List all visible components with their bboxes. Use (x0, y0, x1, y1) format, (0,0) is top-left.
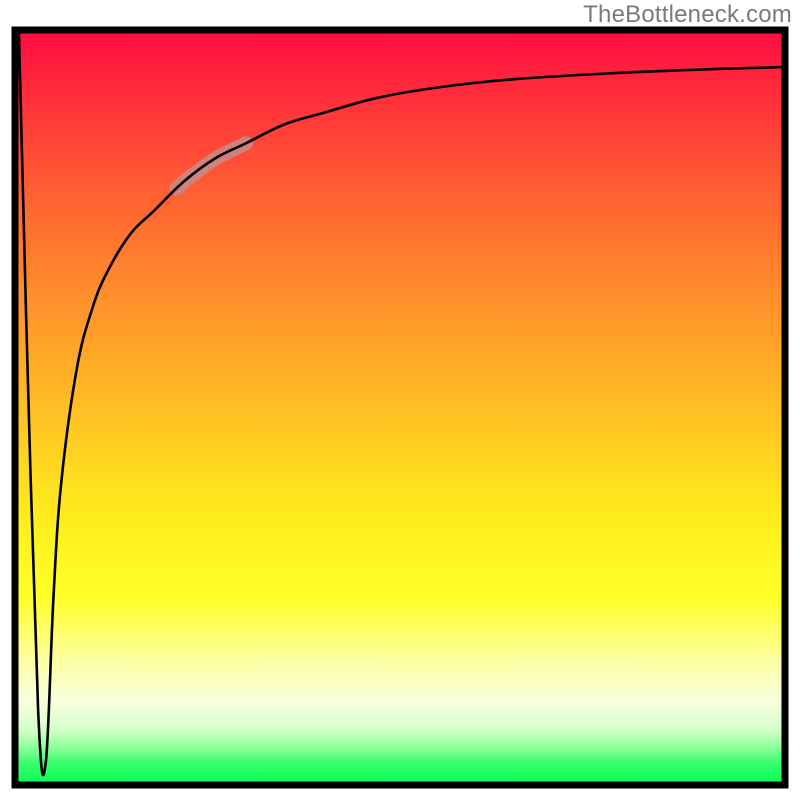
bottleneck-curve (19, 30, 785, 775)
chart-container: TheBottleneck.com (0, 0, 800, 800)
plot-svg (15, 30, 785, 785)
highlight-segment (177, 143, 246, 188)
attribution-label: TheBottleneck.com (583, 1, 792, 29)
chart-frame (15, 30, 785, 785)
plot-border (15, 30, 785, 785)
